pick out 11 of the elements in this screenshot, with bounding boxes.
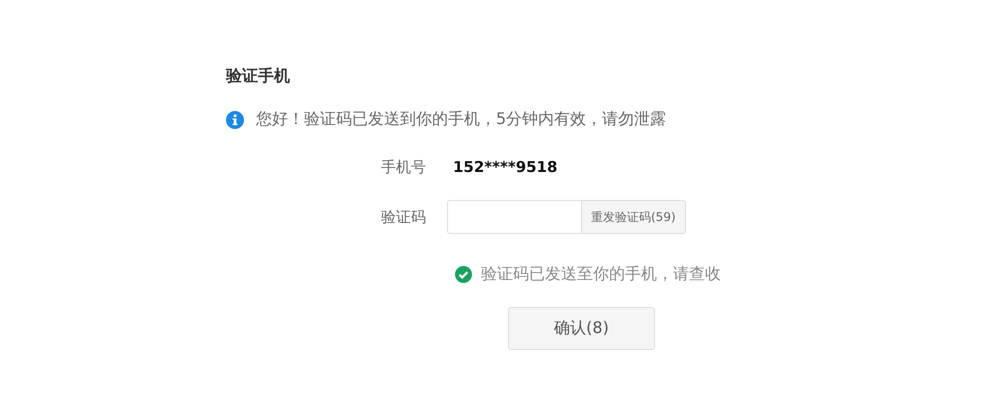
resend-button[interactable]: 重发验证码(59) [582,200,686,234]
confirm-button[interactable]: 确认(8) [508,307,655,350]
code-input[interactable] [447,200,582,234]
info-icon [226,110,244,128]
phone-number: 152****9518 [453,158,558,176]
notice-text: 您好！验证码已发送到你的手机，5分钟内有效，请勿泄露 [256,109,666,130]
field-label: 手机号 [380,158,426,176]
check-icon [455,266,472,283]
page-title: 验证手机 [226,66,290,87]
field-label: 验证码 [380,208,426,226]
success-message: 验证码已发送至你的手机，请查收 [481,264,721,285]
